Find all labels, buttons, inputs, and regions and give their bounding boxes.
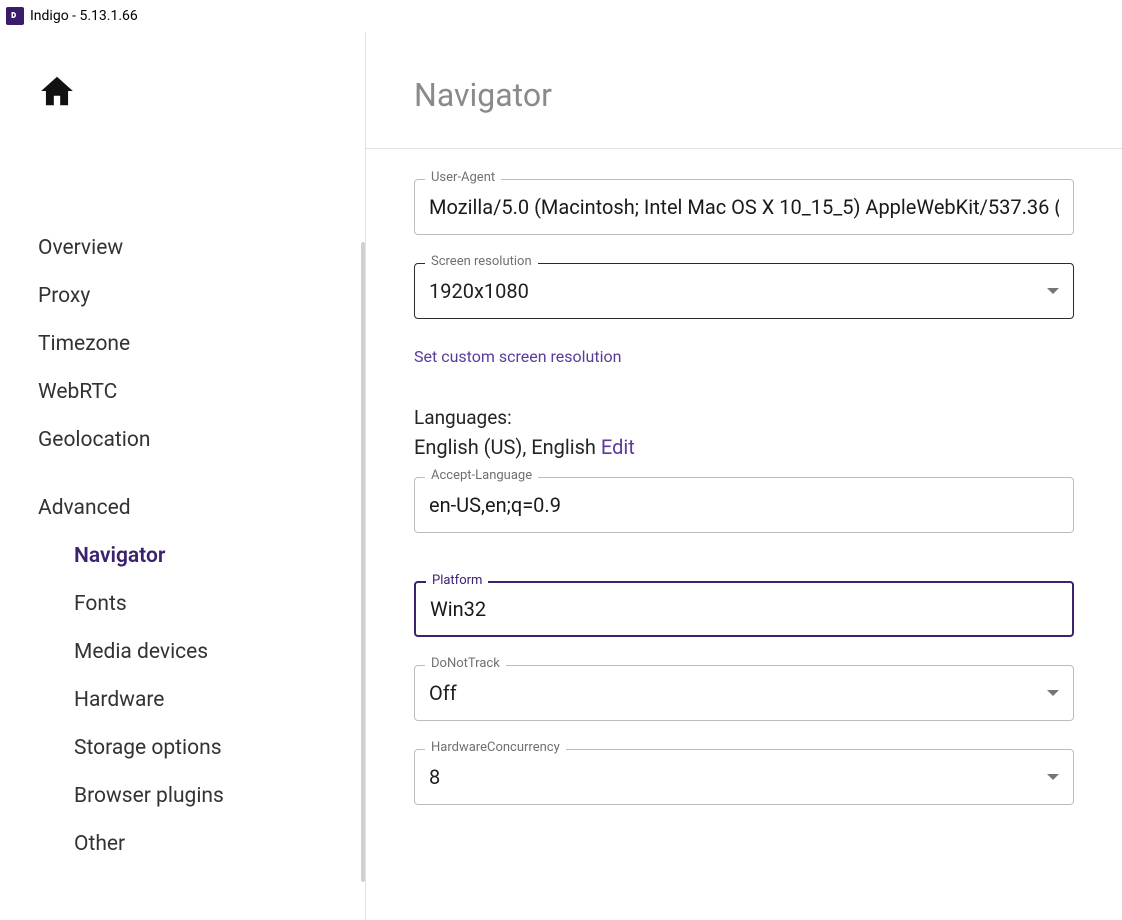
do-not-track-field: DoNotTrack Off	[414, 665, 1074, 721]
hardware-concurrency-value: 8	[429, 765, 440, 789]
main-panel: Navigator User-Agent Screen resolution 1…	[365, 32, 1122, 920]
sidebar-item-webrtc[interactable]: WebRTC	[38, 368, 365, 416]
sidebar-advanced-sub: Navigator Fonts Media devices Hardware S…	[38, 532, 365, 868]
chevron-down-icon	[1047, 690, 1059, 696]
user-agent-label: User-Agent	[425, 170, 501, 185]
do-not-track-value: Off	[429, 681, 457, 705]
platform-field: Platform	[414, 581, 1074, 637]
window-title: Indigo - 5.13.1.66	[30, 8, 138, 24]
app-icon	[6, 7, 24, 25]
sidebar-spacer	[38, 464, 365, 484]
do-not-track-select[interactable]: Off	[429, 681, 1059, 705]
languages-value: English (US), English	[414, 435, 596, 459]
sidebar-nav: Overview Proxy Timezone WebRTC Geolocati…	[0, 224, 365, 868]
sidebar-item-storage-options[interactable]: Storage options	[74, 724, 365, 772]
accept-language-input[interactable]	[429, 493, 1059, 517]
do-not-track-label: DoNotTrack	[425, 656, 506, 671]
sidebar-item-proxy[interactable]: Proxy	[38, 272, 365, 320]
sidebar-item-geolocation[interactable]: Geolocation	[38, 416, 365, 464]
platform-label: Platform	[426, 573, 488, 588]
user-agent-input[interactable]	[429, 195, 1059, 219]
chevron-down-icon	[1047, 288, 1059, 294]
accept-language-label: Accept-Language	[425, 468, 538, 483]
languages-label: Languages:	[414, 406, 1074, 429]
hardware-concurrency-select[interactable]: 8	[429, 765, 1059, 789]
sidebar-item-media-devices[interactable]: Media devices	[74, 628, 365, 676]
sidebar-item-other[interactable]: Other	[74, 820, 365, 868]
languages-block: Languages: English (US), English Edit	[414, 406, 1074, 459]
screen-resolution-select[interactable]: 1920x1080	[429, 279, 1059, 303]
sidebar-item-advanced[interactable]: Advanced	[38, 484, 365, 532]
chevron-down-icon	[1047, 774, 1059, 780]
user-agent-field: User-Agent	[414, 179, 1074, 235]
screen-resolution-label: Screen resolution	[425, 254, 538, 269]
sidebar-item-hardware[interactable]: Hardware	[74, 676, 365, 724]
languages-edit-link[interactable]: Edit	[601, 435, 635, 459]
hardware-concurrency-field: HardwareConcurrency 8	[414, 749, 1074, 805]
home-button[interactable]	[38, 72, 365, 114]
sidebar-item-navigator[interactable]: Navigator	[74, 532, 365, 580]
form-area: User-Agent Screen resolution 1920x1080 S…	[366, 149, 1122, 805]
page-title: Navigator	[366, 76, 1122, 149]
sidebar-item-browser-plugins[interactable]: Browser plugins	[74, 772, 365, 820]
window-titlebar: Indigo - 5.13.1.66	[0, 0, 1122, 32]
sidebar-item-timezone[interactable]: Timezone	[38, 320, 365, 368]
screen-resolution-field: Screen resolution 1920x1080	[414, 263, 1074, 319]
sidebar: Overview Proxy Timezone WebRTC Geolocati…	[0, 32, 365, 920]
screen-resolution-value: 1920x1080	[429, 279, 529, 303]
accept-language-field: Accept-Language	[414, 477, 1074, 533]
home-icon	[38, 72, 76, 110]
sidebar-item-overview[interactable]: Overview	[38, 224, 365, 272]
sidebar-item-fonts[interactable]: Fonts	[74, 580, 365, 628]
hardware-concurrency-label: HardwareConcurrency	[425, 740, 566, 755]
platform-input[interactable]	[430, 597, 1058, 621]
set-custom-resolution-link[interactable]: Set custom screen resolution	[414, 347, 621, 366]
